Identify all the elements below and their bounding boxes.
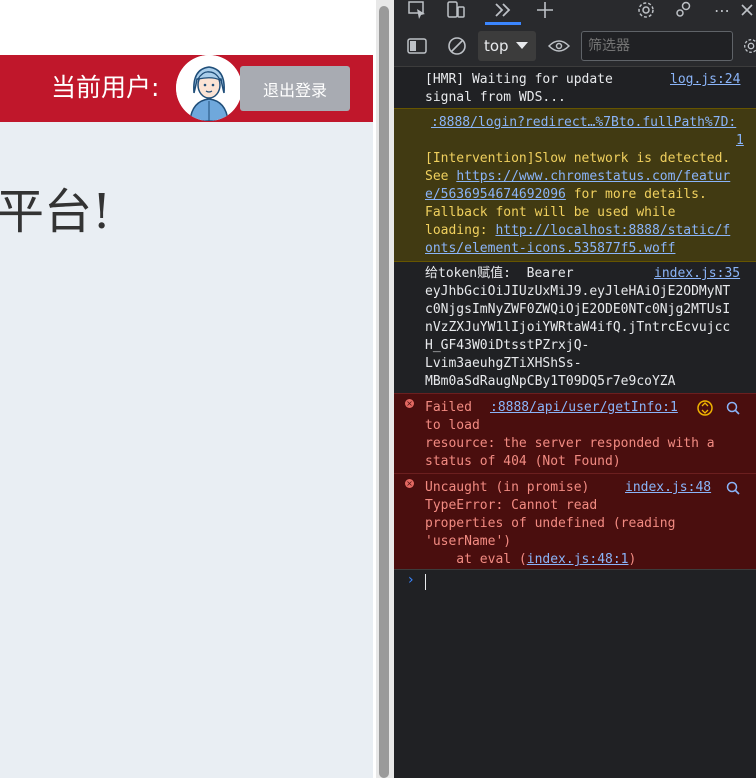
font-url-link-cont[interactable]: onts/element-icons.535877f5.woff [425,241,675,256]
active-tab-indicator [485,22,521,25]
stack-frame-close: ) [628,552,637,567]
settings-icon[interactable] [634,0,658,20]
console-message-error: × Uncaught (in promise) TypeError: Canno… [394,473,756,569]
warning-text: [Intervention]Slow network is detected. … [425,150,730,258]
feedback-icon[interactable] [672,0,696,20]
stack-frame-link[interactable]: index.js:48:1 [527,552,629,567]
chromestatus-link-cont[interactable]: e/5636954674692096 [425,187,566,202]
live-expression-eye-icon[interactable] [548,36,570,56]
error-source-link[interactable]: :8888/api/user/getInfo:1 [490,399,678,417]
console-input-cursor[interactable] [425,574,426,590]
context-select[interactable]: top [478,31,536,61]
log-text: [HMR] Waiting for update signal from WDS… [425,72,613,105]
error-icon: × [405,399,414,408]
console-settings-icon[interactable] [742,35,756,57]
chromestatus-link[interactable]: https://www.chromestatus.com/featur [456,169,730,184]
device-toolbar-icon[interactable] [444,0,468,20]
console-message-log: [HMR] Waiting for update signal from WDS… [394,70,756,108]
chevron-down-icon [516,42,528,49]
warning-source-line[interactable]: 1 [736,132,744,150]
console-message-error: × Failed to load resource: the server re… [394,393,756,473]
sidebar-toggle-icon[interactable] [406,36,428,56]
console-filter-input[interactable] [581,31,733,61]
uncaught-error-source-link[interactable]: index.js:48 [625,479,711,497]
more-options-icon[interactable]: ⋯ [710,0,734,20]
current-user-label: 当前用户: [51,73,160,102]
token-log-source-link[interactable]: index.js:35 [654,265,740,283]
user-avatar[interactable] [176,55,242,121]
web-page: 当前用户: 退出登录 平台! [0,0,376,778]
token-log-text: 给token赋值: Bearer eyJhbGciOiJIUzUxMiJ9.ey… [425,266,731,389]
main-content: 平台! [0,122,373,778]
log-source-link[interactable]: log.js:24 [670,71,740,89]
network-request-icon[interactable] [696,399,714,417]
close-icon[interactable] [738,0,756,20]
clear-console-icon[interactable] [446,35,468,57]
inspect-icon[interactable] [406,0,428,20]
console-toolbar: top [394,26,756,67]
error-icon: × [405,479,414,488]
search-icon[interactable] [724,399,742,417]
font-url-link[interactable]: http://localhost:8888/static/f [495,223,730,238]
devtools-panel: ⋯ top [HMR] Waiting for update signal fr… [394,0,756,778]
console-divider [394,569,756,570]
logout-button[interactable]: 退出登录 [240,66,350,111]
devtools-tab-bar: ⋯ [394,0,756,26]
more-tabs-icon[interactable] [490,0,516,20]
welcome-heading: 平台! [0,184,112,240]
context-select-value: top [484,37,509,55]
page-scrollbar-thumb[interactable] [379,6,389,778]
new-tab-icon[interactable] [534,0,556,20]
console-message-log: 给token赋值: Bearer eyJhbGciOiJIUzUxMiJ9.ey… [394,263,756,393]
console-message-warning: :8888/login?redirect…%7Bto.fullPath%7D: … [394,108,756,262]
avatar-illustration-icon [176,55,242,121]
console-prompt-chevron-icon: › [408,572,414,588]
warning-source-link[interactable]: :8888/login?redirect…%7Bto.fullPath%7D: [431,114,736,132]
search-icon[interactable] [724,479,742,497]
